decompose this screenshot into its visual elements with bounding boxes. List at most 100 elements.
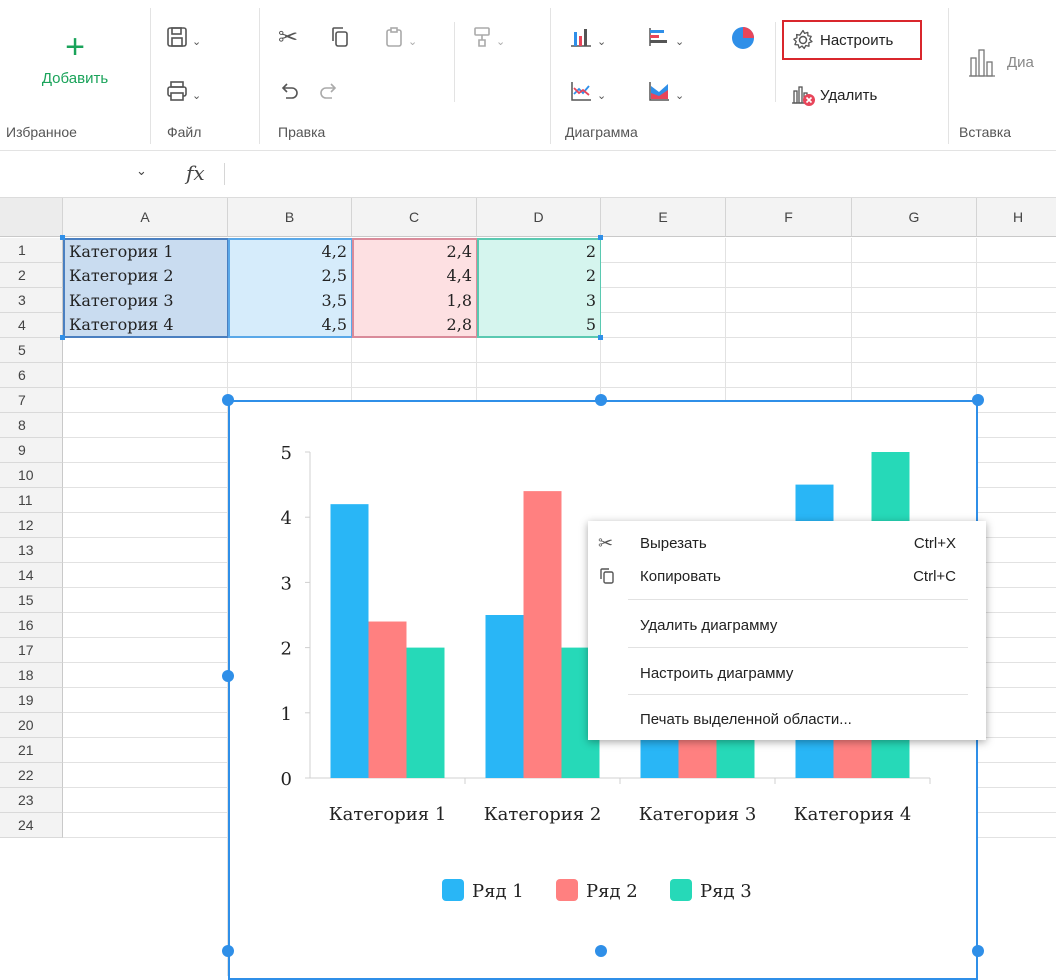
column-header-g[interactable]: G — [852, 198, 977, 237]
row-header-8[interactable]: 8 — [0, 413, 63, 438]
select-all-corner[interactable] — [0, 198, 63, 237]
column-chart-button[interactable]: ⌄ — [569, 26, 606, 54]
row-header-6[interactable]: 6 — [0, 363, 63, 388]
chevron-down-icon: ⌄ — [136, 163, 147, 178]
row-header-16[interactable]: 16 — [0, 613, 63, 638]
resize-handle-bottom-left[interactable] — [222, 945, 234, 957]
legend-swatch-series-1 — [442, 879, 464, 901]
row-header-19[interactable]: 19 — [0, 688, 63, 713]
row-header-14[interactable]: 14 — [0, 563, 63, 588]
column-header-d[interactable]: D — [477, 198, 601, 237]
y-tick-label: 4 — [281, 508, 292, 529]
formula-input[interactable] — [232, 159, 1032, 189]
cell-b1[interactable]: 4,2 — [228, 238, 352, 263]
row-header-20[interactable]: 20 — [0, 713, 63, 738]
chart-group: ⌄ ⌄ ⌄ ⌄ Настроить Удалить Диаграмма — [551, 0, 948, 150]
copy-button[interactable] — [330, 26, 350, 53]
bar-chart-button[interactable]: ⌄ — [647, 26, 684, 54]
row-header-21[interactable]: 21 — [0, 738, 63, 763]
paste-button[interactable]: ⌄ — [384, 26, 417, 54]
row-header-10[interactable]: 10 — [0, 463, 63, 488]
bar-series-3-category-1 — [406, 647, 445, 778]
cell-a3[interactable]: Категория 3 — [63, 288, 228, 313]
cell-c3[interactable]: 1,8 — [352, 288, 477, 313]
column-header-f[interactable]: F — [726, 198, 852, 237]
column-header-b[interactable]: B — [228, 198, 352, 237]
line-chart-icon — [571, 82, 591, 101]
cell-d2[interactable]: 2 — [477, 263, 601, 288]
column-header-e[interactable]: E — [601, 198, 726, 237]
menu-item-configure-chart[interactable]: Настроить диаграмму — [588, 658, 986, 688]
row-header-22[interactable]: 22 — [0, 763, 63, 788]
cell-b2[interactable]: 2,5 — [228, 263, 352, 288]
cell-c4[interactable]: 2,8 — [352, 313, 477, 338]
pie-chart-button[interactable] — [731, 26, 755, 55]
menu-item-copy[interactable]: Копировать Ctrl+C — [588, 561, 986, 591]
area-chart-button[interactable]: ⌄ — [647, 80, 684, 108]
resize-handle-left[interactable] — [222, 670, 234, 682]
row-header-13[interactable]: 13 — [0, 538, 63, 563]
save-button[interactable]: ⌄ — [166, 26, 201, 54]
cut-button[interactable]: ✂ — [278, 26, 298, 50]
menu-item-delete-chart[interactable]: Удалить диаграмму — [588, 610, 986, 640]
add-button[interactable]: + Добавить — [30, 30, 120, 110]
row-header-12[interactable]: 12 — [0, 513, 63, 538]
chart-group-label: Диаграмма — [565, 124, 638, 140]
cell-a1[interactable]: Категория 1 — [63, 238, 228, 263]
cell-d1[interactable]: 2 — [477, 238, 601, 263]
resize-handle-bottom-right[interactable] — [972, 945, 984, 957]
delete-chart-icon — [792, 86, 815, 106]
row-header-2[interactable]: 2 — [0, 263, 63, 288]
y-tick-label: 3 — [281, 573, 292, 594]
legend-label-series-1: Ряд 1 — [472, 881, 524, 902]
resize-handle-top[interactable] — [595, 394, 607, 406]
cell-b4[interactable]: 4,5 — [228, 313, 352, 338]
legend-label-series-3: Ряд 3 — [700, 881, 752, 902]
print-button[interactable]: ⌄ — [166, 80, 201, 108]
cell-c1[interactable]: 2,4 — [352, 238, 477, 263]
row-header-15[interactable]: 15 — [0, 588, 63, 613]
row-header-9[interactable]: 9 — [0, 438, 63, 463]
cell-b3[interactable]: 3,5 — [228, 288, 352, 313]
menu-item-print-selection[interactable]: Печать выделенной области... — [588, 704, 986, 734]
resize-handle-top-right[interactable] — [972, 394, 984, 406]
name-box-dropdown[interactable]: ⌄ — [136, 163, 147, 179]
cell-a4[interactable]: Категория 4 — [63, 313, 228, 338]
insert-group-label: Вставка — [959, 124, 1012, 140]
format-painter-button[interactable]: ⌄ — [472, 26, 505, 54]
redo-button[interactable] — [318, 80, 340, 107]
row-header-5[interactable]: 5 — [0, 338, 63, 363]
resize-handle-bottom[interactable] — [595, 945, 607, 957]
column-header-c[interactable]: C — [352, 198, 477, 237]
menu-item-cut[interactable]: ✂ Вырезать Ctrl+X — [588, 528, 986, 558]
insert-chart-button[interactable]: Диа — [967, 46, 1034, 78]
cell-a2[interactable]: Категория 2 — [63, 263, 228, 288]
edit-group-label: Правка — [278, 124, 326, 140]
cell-d3[interactable]: 3 — [477, 288, 601, 313]
column-header-h[interactable]: H — [977, 198, 1056, 237]
menu-item-print-selection-label: Печать выделенной области... — [640, 710, 852, 728]
fx-icon[interactable]: fx — [186, 161, 205, 185]
row-header-18[interactable]: 18 — [0, 663, 63, 688]
row-header-24[interactable]: 24 — [0, 813, 63, 838]
row-header-7[interactable]: 7 — [0, 388, 63, 413]
row-header-11[interactable]: 11 — [0, 488, 63, 513]
row-header-3[interactable]: 3 — [0, 288, 63, 313]
x-tick-label: Категория 1 — [329, 804, 447, 825]
row-header-4[interactable]: 4 — [0, 313, 63, 338]
column-header-a[interactable]: A — [63, 198, 228, 237]
cell-c2[interactable]: 4,4 — [352, 263, 477, 288]
y-tick-label: 0 — [281, 769, 292, 790]
row-header-17[interactable]: 17 — [0, 638, 63, 663]
row-header-1[interactable]: 1 — [0, 238, 63, 263]
row-header-23[interactable]: 23 — [0, 788, 63, 813]
x-tick-label: Категория 2 — [484, 804, 602, 825]
delete-chart-button[interactable]: Удалить — [790, 80, 877, 110]
cell-d4[interactable]: 5 — [477, 313, 601, 338]
paste-icon — [386, 27, 402, 47]
line-chart-button[interactable]: ⌄ — [569, 80, 606, 108]
resize-handle-top-left[interactable] — [222, 394, 234, 406]
formula-bar: ⌄ fx — [0, 151, 1056, 198]
configure-chart-button[interactable]: Настроить — [782, 20, 922, 60]
undo-button[interactable] — [278, 80, 300, 107]
